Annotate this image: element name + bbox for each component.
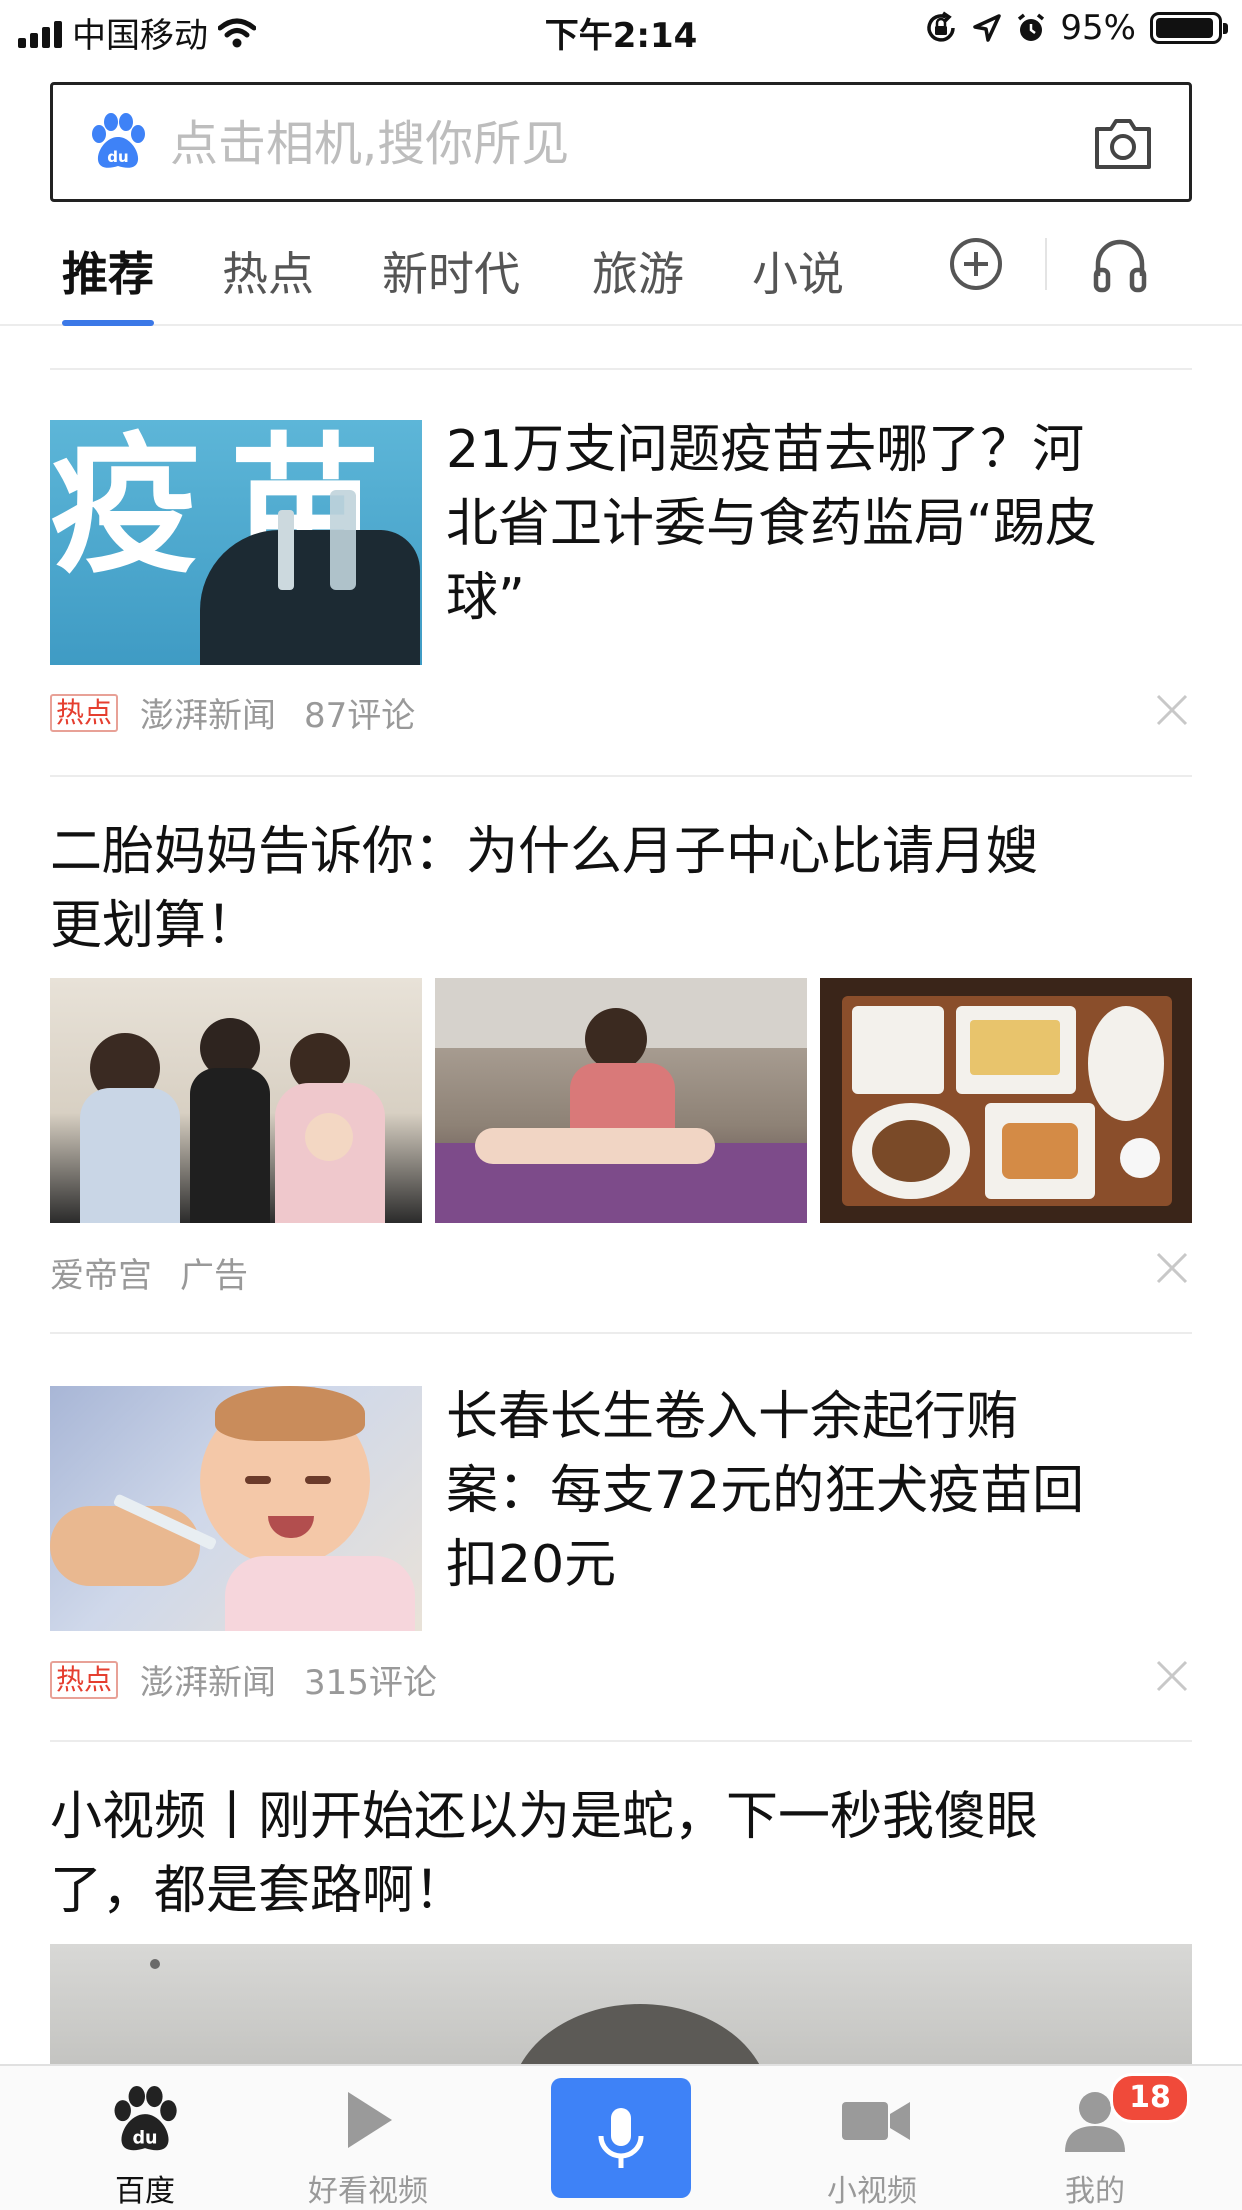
tab-novel[interactable]: 小说 xyxy=(752,234,844,314)
feed-divider xyxy=(50,1740,1192,1742)
nav-haokan-video[interactable]: 好看视频 xyxy=(268,2066,468,2210)
status-bar: 中国移动 下午2:14 95% xyxy=(0,0,1242,66)
ad-label: 广告 xyxy=(180,1256,248,1296)
title-line: 二胎妈妈告诉你：为什么月子中心比请月嫂 xyxy=(50,822,1039,882)
article-thumbnail[interactable]: 疫苗 xyxy=(50,420,422,665)
article-meta: 热点 澎湃新闻 87评论 xyxy=(50,688,415,737)
nav-label: 百度 xyxy=(115,2174,175,2209)
battery-icon xyxy=(1150,12,1228,44)
dismiss-icon[interactable] xyxy=(1154,1658,1190,1694)
hot-tag: 热点 xyxy=(50,693,119,732)
search-bar[interactable]: du xyxy=(50,82,1192,202)
article-source: 澎湃新闻 xyxy=(140,696,277,736)
alarm-icon xyxy=(1018,13,1045,41)
microphone-icon xyxy=(598,2108,644,2168)
article-title[interactable]: 小视频丨刚开始还以为是蛇，下一秒我傻眼 了，都是套路啊！ xyxy=(50,1780,1192,1928)
title-line: 扣20元 xyxy=(446,1535,617,1595)
channel-tabs: 推荐 热点 新时代 旅游 小说 xyxy=(0,224,1242,326)
nav-home[interactable]: du 百度 xyxy=(45,2066,245,2210)
notification-badge: 18 xyxy=(1110,2073,1190,2123)
article-thumbnail[interactable] xyxy=(50,1386,422,1631)
nav-label: 好看视频 xyxy=(308,2174,428,2209)
article-title[interactable]: 长春长生卷入十余起行贿 案：每支72元的狂犬疫苗回 扣20元 xyxy=(446,1380,1186,1602)
camera-icon[interactable] xyxy=(1093,115,1153,171)
title-line: 案：每支72元的狂犬疫苗回 xyxy=(446,1461,1085,1521)
article-image-food[interactable] xyxy=(820,978,1192,1223)
nav-label: 我的 xyxy=(1065,2174,1125,2209)
tabs-divider xyxy=(1045,238,1047,290)
voice-search-button[interactable] xyxy=(551,2078,691,2198)
location-icon xyxy=(973,14,1002,42)
title-line: 小视频丨刚开始还以为是蛇，下一秒我傻眼 xyxy=(50,1787,1039,1847)
baidu-paw-icon: du xyxy=(92,113,145,168)
title-line: 21万支问题疫苗去哪了？河 xyxy=(446,420,1085,480)
title-line: 北省卫计委与食药监局“踢皮 xyxy=(446,494,1097,554)
tab-travel[interactable]: 旅游 xyxy=(592,234,684,314)
nav-short-video[interactable]: 小视频 xyxy=(772,2066,972,2210)
article-image-family[interactable] xyxy=(50,978,422,1223)
tab-new-era[interactable]: 新时代 xyxy=(382,234,520,314)
rotation-lock-icon xyxy=(927,11,956,42)
headphones-icon[interactable] xyxy=(1090,234,1150,294)
feed-divider xyxy=(50,1332,1192,1334)
bottom-nav: du 百度 好看视频 小视频 我的 xyxy=(0,2064,1242,2210)
dismiss-icon[interactable] xyxy=(1154,692,1190,728)
article-source: 爱帝宫 xyxy=(50,1256,152,1296)
tab-hot[interactable]: 热点 xyxy=(222,234,314,314)
video-thumbnail[interactable] xyxy=(50,1944,1192,2064)
feed-divider xyxy=(50,775,1192,777)
comment-count: 87评论 xyxy=(304,696,416,736)
comment-count: 315评论 xyxy=(304,1663,437,1703)
article-meta: 爱帝宫 广告 xyxy=(50,1248,248,1297)
dismiss-icon[interactable] xyxy=(1154,1250,1190,1286)
nav-label: 小视频 xyxy=(827,2174,917,2209)
title-line: 了，都是套路啊！ xyxy=(50,1861,467,1921)
tab-recommend[interactable]: 推荐 xyxy=(62,234,154,326)
article-source: 澎湃新闻 xyxy=(140,1663,277,1703)
article-title[interactable]: 二胎妈妈告诉你：为什么月子中心比请月嫂 更划算！ xyxy=(50,815,1192,963)
video-camera-icon xyxy=(842,2102,910,2140)
feed-divider xyxy=(50,368,1192,370)
play-icon xyxy=(348,2092,392,2148)
title-line: 更划算！ xyxy=(50,896,259,956)
article-image-massage[interactable] xyxy=(435,978,807,1223)
svg-text:du: du xyxy=(107,148,128,166)
hot-tag: 热点 xyxy=(50,1660,119,1699)
article-meta: 热点 澎湃新闻 315评论 xyxy=(50,1655,437,1704)
title-line: 长春长生卷入十余起行贿 xyxy=(446,1387,1019,1447)
article-title[interactable]: 21万支问题疫苗去哪了？河 北省卫计委与食药监局“踢皮 球” xyxy=(446,413,1186,635)
baidu-paw-icon: du xyxy=(114,2086,177,2151)
search-input[interactable] xyxy=(168,105,1072,183)
battery-percent: 95% xyxy=(1060,8,1136,48)
svg-text:du: du xyxy=(132,2128,157,2148)
title-line: 球” xyxy=(446,568,525,628)
add-circle-icon[interactable] xyxy=(948,236,1004,292)
